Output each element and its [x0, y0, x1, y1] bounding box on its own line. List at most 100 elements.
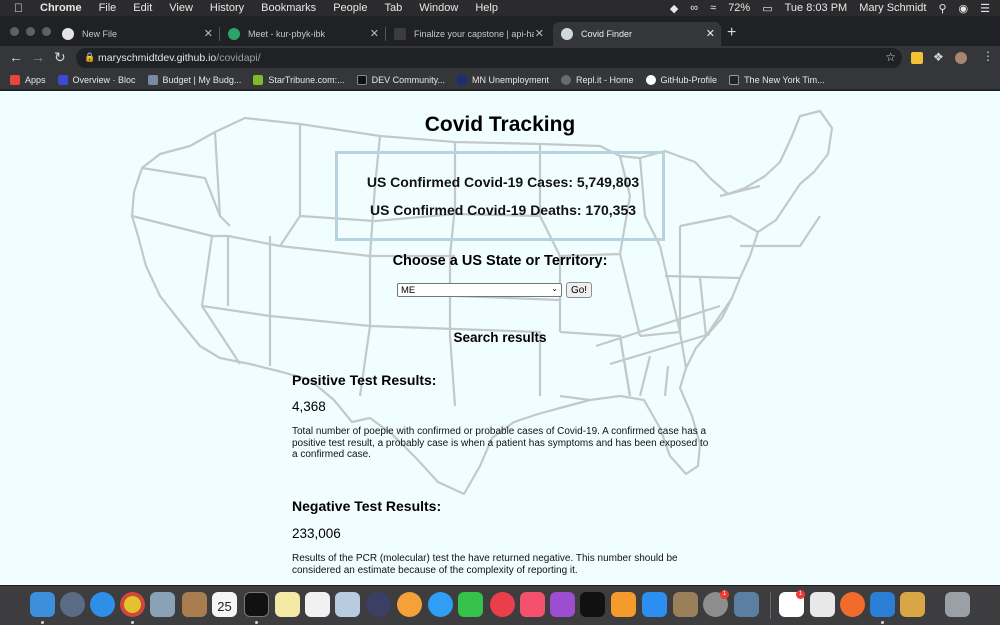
photos-icon[interactable]: [397, 592, 422, 617]
app-store-icon[interactable]: [642, 592, 667, 617]
dropbox-icon[interactable]: ◆: [670, 2, 678, 15]
bookmark-startribune[interactable]: StarTribune.com:...: [253, 74, 345, 85]
positive-heading: Positive Test Results:: [292, 372, 437, 388]
bookmark-mn-unemployment[interactable]: MN Unemployment: [456, 74, 549, 85]
lock-icon[interactable]: 🔒: [84, 52, 95, 63]
trash-icon[interactable]: [945, 592, 970, 617]
minimize-window-button[interactable]: [26, 27, 35, 36]
menu-people[interactable]: People: [333, 2, 367, 14]
extensions-puzzle-icon[interactable]: ❖: [933, 50, 944, 64]
go-button[interactable]: Go!: [566, 282, 592, 298]
notes-folder-icon[interactable]: [182, 592, 207, 617]
menu-edit[interactable]: Edit: [133, 2, 152, 14]
back-arrow-icon[interactable]: ←: [9, 49, 23, 65]
startribune-icon: [253, 74, 264, 85]
bookmark-label: The New York Tim...: [744, 74, 825, 85]
globe-icon: [561, 28, 573, 40]
launchpad-icon[interactable]: [60, 592, 85, 617]
bookmark-star-icon[interactable]: ☆: [885, 50, 896, 64]
glasses-icon[interactable]: ∞: [690, 2, 698, 14]
new-tab-button[interactable]: +: [727, 24, 736, 42]
facetime-icon[interactable]: [458, 592, 483, 617]
finder-icon[interactable]: [30, 592, 55, 617]
browser-toolbar: ← → ↻ 🔒 maryschmidtdev.github.io/covidap…: [0, 46, 1000, 70]
stickies-icon[interactable]: [275, 592, 300, 617]
safari-icon[interactable]: [90, 592, 115, 617]
running-indicator: [131, 621, 134, 624]
apple-tv-icon[interactable]: [580, 592, 605, 617]
bookmark-nytimes[interactable]: The New York Tim...: [729, 74, 825, 85]
music-icon[interactable]: [520, 592, 545, 617]
postman-icon[interactable]: [840, 592, 865, 617]
bookmark-apps[interactable]: Apps: [10, 74, 46, 85]
siri-icon[interactable]: [366, 592, 391, 617]
podcasts-icon[interactable]: [550, 592, 575, 617]
us-totals-box: US Confirmed Covid-19 Cases: 5,749,803 U…: [335, 151, 665, 241]
books-icon[interactable]: [611, 592, 636, 617]
close-tab-icon[interactable]: ✕: [204, 27, 213, 40]
siri-icon[interactable]: ◉: [959, 2, 969, 15]
profile-avatar[interactable]: [955, 52, 967, 64]
bloc-icon: [57, 74, 68, 85]
close-tab-icon[interactable]: ✕: [370, 27, 379, 40]
close-window-button[interactable]: [10, 27, 19, 36]
calendar-icon[interactable]: 25: [212, 592, 237, 617]
bookmark-replit[interactable]: Repl.it - Home: [561, 74, 634, 85]
notebook-icon[interactable]: [673, 592, 698, 617]
chrome-icon[interactable]: [120, 592, 145, 617]
image-capture-icon[interactable]: [734, 592, 759, 617]
archive-icon[interactable]: [900, 592, 925, 617]
tab-label: Finalize your capstone | api-ha: [414, 29, 534, 39]
reload-icon[interactable]: ↻: [54, 49, 66, 66]
menu-file[interactable]: File: [99, 2, 117, 14]
bookmark-dev-community[interactable]: DEV Community...: [356, 74, 445, 85]
negative-description: Results of the PCR (molecular) test the …: [292, 553, 678, 576]
battery-percent[interactable]: 72%: [728, 2, 750, 14]
close-tab-icon[interactable]: ✕: [706, 27, 715, 40]
zoom-window-button[interactable]: [42, 27, 51, 36]
forward-arrow-icon[interactable]: →: [31, 49, 45, 65]
address-bar[interactable]: 🔒 maryschmidtdev.github.io/covidapi/ ☆: [76, 48, 902, 68]
user-name[interactable]: Mary Schmidt: [859, 2, 926, 14]
bookmark-label: Repl.it - Home: [576, 74, 634, 85]
notification-center-icon[interactable]: ☰: [980, 2, 990, 15]
web-page: Covid Tracking US Confirmed Covid-19 Cas…: [0, 91, 1000, 585]
menu-tab[interactable]: Tab: [384, 2, 402, 14]
bookmark-github-profile[interactable]: GitHub-Profile: [645, 74, 717, 85]
state-select[interactable]: ME ⌄: [397, 283, 562, 297]
terminal-icon[interactable]: [244, 592, 269, 617]
github-icon: [645, 74, 656, 85]
preview-icon[interactable]: [150, 592, 175, 617]
wifi-icon[interactable]: ≈: [710, 2, 716, 14]
mail-badge: 1: [720, 590, 729, 599]
clock[interactable]: Tue 8:03 PM: [785, 2, 848, 14]
menu-history[interactable]: History: [210, 2, 244, 14]
tab-new-file[interactable]: New File ✕: [56, 22, 220, 46]
menu-help[interactable]: Help: [475, 2, 498, 14]
spotlight-icon[interactable]: ⚲: [938, 2, 946, 15]
maps-icon[interactable]: [335, 592, 360, 617]
menu-items: Chrome File Edit View History Bookmarks …: [40, 2, 515, 14]
tab-meet[interactable]: Meet - kur-pbyk-ibk ✕: [222, 22, 386, 46]
battery-icon[interactable]: ▭: [762, 2, 772, 15]
tab-covid-finder[interactable]: Covid Finder ✕: [553, 22, 721, 46]
menu-view[interactable]: View: [169, 2, 193, 14]
news-icon[interactable]: [490, 592, 515, 617]
apple-icon[interactable]: : [14, 1, 30, 15]
reminders-icon[interactable]: [305, 592, 330, 617]
vscode-icon[interactable]: [870, 592, 895, 617]
bookmark-overview-bloc[interactable]: Overview · Bloc: [57, 74, 136, 85]
bookmark-budget[interactable]: Budget | My Budg...: [147, 74, 241, 85]
bookmarks-bar: Apps Overview · Bloc Budget | My Budg...…: [0, 70, 1000, 90]
extension-icon[interactable]: [911, 52, 923, 64]
page-title: Covid Tracking: [424, 113, 576, 136]
tab-capstone[interactable]: Finalize your capstone | api-ha ✕: [388, 22, 550, 46]
menu-bookmarks[interactable]: Bookmarks: [261, 2, 316, 14]
running-indicator: [255, 621, 258, 624]
menu-window[interactable]: Window: [419, 2, 458, 14]
messages-icon[interactable]: [428, 592, 453, 617]
menu-app-name[interactable]: Chrome: [40, 2, 82, 14]
close-tab-icon[interactable]: ✕: [535, 27, 544, 40]
document-icon[interactable]: [810, 592, 835, 617]
menu-kebab-icon[interactable]: ⋮: [982, 49, 994, 63]
